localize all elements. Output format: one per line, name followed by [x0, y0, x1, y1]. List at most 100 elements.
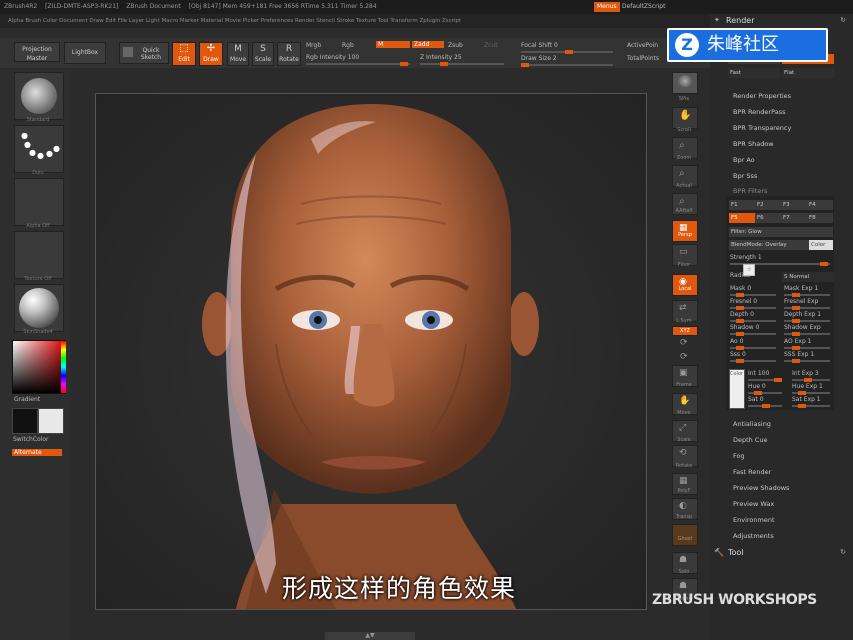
- menu-stroke[interactable]: Stroke: [337, 18, 355, 24]
- filter-color-button[interactable]: Color: [809, 240, 833, 250]
- stroke-thumbnail[interactable]: ● ● ● ● ● ●: [14, 125, 64, 173]
- fresnel-knob[interactable]: [736, 306, 744, 310]
- sat-slider[interactable]: [748, 404, 782, 408]
- ao-exp-knob[interactable]: [792, 346, 800, 350]
- filter-f4[interactable]: F4: [807, 200, 833, 210]
- menus-button[interactable]: Menus: [594, 2, 620, 12]
- mask-exp-knob[interactable]: [792, 293, 800, 297]
- draw-size-slider[interactable]: [521, 63, 613, 67]
- shadow-exp-knob[interactable]: [792, 332, 800, 336]
- int-exp-knob[interactable]: [804, 378, 812, 382]
- mask-slider[interactable]: [730, 293, 776, 297]
- filter-f7[interactable]: F7: [781, 213, 807, 223]
- gradient-label[interactable]: Gradient: [14, 396, 40, 403]
- fast-button[interactable]: Fast: [728, 68, 780, 78]
- hue-exp-knob[interactable]: [798, 391, 806, 395]
- projection-master-button[interactable]: Projection Master: [14, 42, 60, 62]
- menu-layer[interactable]: Layer: [129, 18, 144, 24]
- bpr-ao-item[interactable]: Bpr Ao: [733, 156, 755, 164]
- m-toggle[interactable]: M: [376, 41, 410, 48]
- brush-thumbnail[interactable]: [14, 72, 64, 120]
- lightbox-button[interactable]: LightBox: [64, 42, 106, 64]
- menu-macro[interactable]: Macro: [161, 18, 178, 24]
- sss-slider[interactable]: [730, 359, 776, 363]
- bpr-sss-item[interactable]: Bpr Sss: [733, 172, 757, 180]
- main-color-swatch[interactable]: [12, 408, 38, 434]
- z-intensity-knob[interactable]: [440, 62, 448, 66]
- menu-render[interactable]: Render: [295, 18, 315, 24]
- ao-knob[interactable]: [736, 346, 744, 350]
- rotate-axis-icon[interactable]: ⟳: [680, 338, 688, 348]
- xyz-button[interactable]: XYZ: [672, 326, 698, 336]
- int-exp-slider[interactable]: [792, 378, 830, 382]
- menu-draw[interactable]: Draw: [89, 18, 103, 24]
- rgb-intensity-slider[interactable]: [306, 62, 410, 66]
- hue-slider[interactable]: [748, 391, 782, 395]
- menu-zscript[interactable]: Zscript: [442, 18, 461, 24]
- switchcolor-label[interactable]: SwitchColor: [13, 436, 49, 443]
- alpha-thumbnail[interactable]: [14, 178, 64, 226]
- zcut-toggle[interactable]: Zcut: [484, 42, 498, 49]
- menu-brush[interactable]: Brush: [25, 18, 41, 24]
- filter-type-dropdown[interactable]: Filter: Glow: [729, 227, 833, 237]
- strength-knob[interactable]: [820, 262, 828, 266]
- menu-stencil[interactable]: Stencil: [316, 18, 335, 24]
- material-thumbnail[interactable]: [14, 284, 64, 332]
- rotate-axis-icon-2[interactable]: ⟳: [680, 352, 688, 362]
- default-zscript[interactable]: DefaultZScript: [622, 2, 665, 12]
- color-picker[interactable]: [12, 340, 66, 394]
- focal-shift-slider[interactable]: [521, 50, 613, 54]
- draw-size-knob[interactable]: [521, 63, 529, 67]
- ao-slider[interactable]: [730, 346, 776, 350]
- sss-knob[interactable]: [736, 359, 744, 363]
- int-knob[interactable]: [774, 378, 782, 382]
- menu-transform[interactable]: Transform: [390, 18, 417, 24]
- rgb-intensity-knob[interactable]: [400, 62, 408, 66]
- sss-exp-knob[interactable]: [792, 359, 800, 363]
- persp-button[interactable]: ▦ Persp: [672, 220, 698, 242]
- mask-exp-slider[interactable]: [784, 293, 830, 297]
- render-palette-header[interactable]: ✦ Render ↻: [714, 16, 850, 28]
- canvas-scroll-handle[interactable]: ▲▼: [325, 632, 415, 640]
- normal-dropdown[interactable]: S Normal: [782, 272, 834, 282]
- menu-zplugin[interactable]: Zplugin: [419, 18, 440, 24]
- depth-knob[interactable]: [736, 319, 744, 323]
- filter-f2[interactable]: F2: [755, 200, 781, 210]
- scroll-button[interactable]: ✋: [672, 107, 698, 129]
- bpr-transparency-item[interactable]: BPR Transparency: [733, 124, 791, 132]
- menu-preferences[interactable]: Preferences: [261, 18, 293, 24]
- bpr-renderpass-item[interactable]: BPR RenderPass: [733, 108, 786, 116]
- edit-button[interactable]: ⬚ Edit: [172, 42, 196, 66]
- adjustments-item[interactable]: Adjustments: [733, 532, 774, 540]
- shadow-exp-slider[interactable]: [784, 332, 830, 336]
- menu-marker[interactable]: Marker: [180, 18, 199, 24]
- fog-item[interactable]: Fog: [733, 452, 745, 460]
- menu-document[interactable]: Document: [59, 18, 88, 24]
- hue-knob[interactable]: [754, 391, 762, 395]
- hue-exp-slider[interactable]: [792, 391, 830, 395]
- filter-f5[interactable]: F5: [729, 213, 755, 223]
- draw-button[interactable]: ✢ Draw: [199, 42, 223, 66]
- scale-button[interactable]: S Scale: [252, 42, 274, 66]
- ao-exp-slider[interactable]: [784, 346, 830, 350]
- menu-movie[interactable]: Movie: [225, 18, 241, 24]
- flat-button[interactable]: Flat: [782, 68, 834, 78]
- menu-color[interactable]: Color: [43, 18, 57, 24]
- local-button[interactable]: ◉ Local: [672, 274, 698, 296]
- z-intensity-slider[interactable]: [420, 62, 504, 66]
- depth-slider[interactable]: [730, 319, 776, 323]
- menu-light[interactable]: Light: [146, 18, 160, 24]
- int-slider[interactable]: [748, 378, 782, 382]
- tool-palette-header[interactable]: 🔨 Tool ↻: [714, 548, 850, 560]
- bpr-button[interactable]: [672, 72, 698, 94]
- zsub-toggle[interactable]: Zsub: [448, 42, 463, 49]
- hue-strip[interactable]: [61, 341, 66, 393]
- bpr-shadow-item[interactable]: BPR Shadow: [733, 140, 774, 148]
- blendmode-dropdown[interactable]: BlendMode: Overlay: [729, 240, 809, 250]
- filter-f3[interactable]: F3: [781, 200, 807, 210]
- menu-picker[interactable]: Picker: [243, 18, 259, 24]
- fast-render-item[interactable]: Fast Render: [733, 468, 771, 476]
- sss-exp-slider[interactable]: [784, 359, 830, 363]
- bpr-filters-item[interactable]: BPR Filters: [733, 187, 767, 195]
- sat-knob[interactable]: [762, 404, 770, 408]
